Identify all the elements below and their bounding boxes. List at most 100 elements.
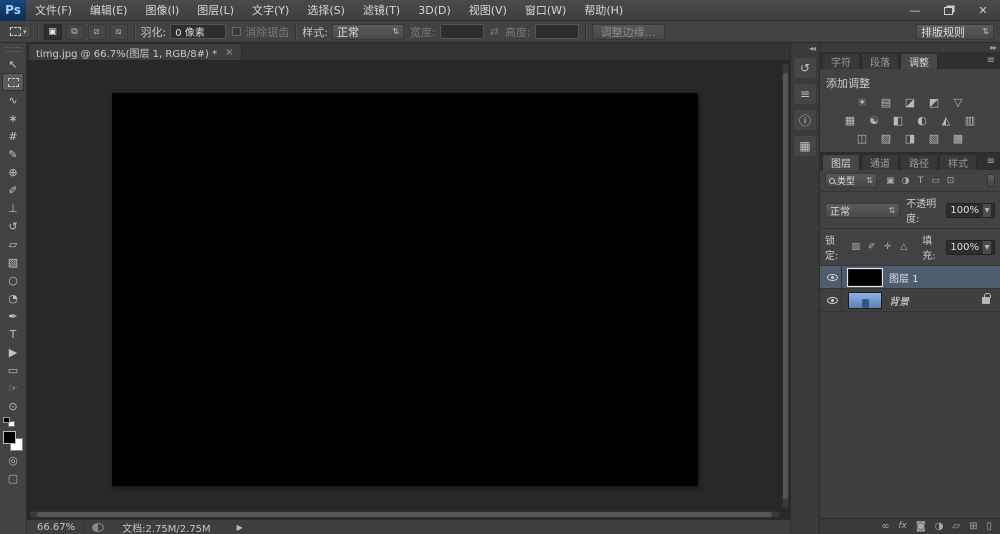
screen-mode-button[interactable]: ▢ <box>2 469 24 487</box>
lock-position-icon[interactable]: ✛ <box>881 241 894 253</box>
menu-item[interactable]: 窗口(W) <box>516 0 575 21</box>
foreground-color-swatch[interactable] <box>3 431 16 444</box>
workspace-dropdown[interactable]: 排版规则 ⇅ <box>916 24 994 40</box>
tab-layers[interactable]: 图层 <box>822 154 860 170</box>
opacity-field[interactable]: 100% ▼ <box>946 203 995 218</box>
fill-field[interactable]: 100% ▼ <box>946 240 995 255</box>
menu-item[interactable]: 文字(Y) <box>243 0 298 21</box>
brush-tool[interactable]: ✐ <box>2 181 24 199</box>
layer-row-background[interactable]: 背景 <box>820 289 1000 312</box>
move-tool[interactable]: ↖ <box>2 55 24 73</box>
vibrance-icon[interactable]: ▽ <box>950 96 967 109</box>
filter-smart-objects-icon[interactable]: ⊡ <box>944 174 957 187</box>
menu-item[interactable]: 编辑(E) <box>81 0 137 21</box>
magic-wand-tool[interactable]: ∗ <box>2 109 24 127</box>
hue-saturation-icon[interactable]: ▦ <box>842 114 859 127</box>
link-layers-icon[interactable]: ∞ <box>881 522 889 532</box>
invert-icon[interactable]: ◫ <box>854 132 871 145</box>
threshold-icon[interactable]: ◨ <box>902 132 919 145</box>
channel-mixer-icon[interactable]: ◭ <box>938 114 955 127</box>
zoom-tool[interactable]: ⊙ <box>2 397 24 415</box>
minimize-button[interactable]: — <box>898 0 932 20</box>
posterize-icon[interactable]: ▨ <box>878 132 895 145</box>
panel-menu-icon[interactable]: ≡ <box>982 55 1000 66</box>
width-input[interactable] <box>440 24 484 39</box>
curves-icon[interactable]: ◪ <box>902 96 919 109</box>
intersect-selection[interactable]: ⧅ <box>110 24 128 40</box>
crop-tool[interactable]: # <box>2 127 24 145</box>
layer-name[interactable]: 背景 <box>889 293 909 308</box>
toolbar-grip[interactable] <box>4 47 22 52</box>
menu-item[interactable]: 视图(V) <box>460 0 516 21</box>
tool-preset-picker[interactable]: ▾ <box>6 25 31 38</box>
default-colors-icon[interactable] <box>3 417 15 427</box>
quick-mask-button[interactable]: ◎ <box>2 451 24 469</box>
vertical-scrollbar[interactable] <box>782 63 789 509</box>
close-button[interactable]: ✕ <box>966 0 1000 20</box>
expand-panels-button[interactable]: ◂◂ <box>791 43 819 55</box>
filter-kind-dropdown[interactable]: 类型 ⇅ <box>825 173 877 188</box>
pen-tool[interactable]: ✒ <box>2 307 24 325</box>
layer-style-icon[interactable]: fx <box>898 522 907 531</box>
color-balance-icon[interactable]: ☯ <box>866 114 883 127</box>
tab-close-icon[interactable]: × <box>225 47 233 58</box>
canvas[interactable] <box>112 93 698 486</box>
swatches-panel-icon[interactable]: ▦ <box>793 135 817 157</box>
status-options-arrow[interactable]: ▶ <box>237 523 243 532</box>
zoom-level-field[interactable]: 66.67% <box>27 520 84 534</box>
horizontal-scrollbar[interactable] <box>29 511 780 518</box>
gradient-tool[interactable]: ▧ <box>2 253 24 271</box>
black-white-icon[interactable]: ◧ <box>890 114 907 127</box>
chevron-down-icon[interactable]: ▼ <box>982 241 991 254</box>
delete-layer-icon[interactable]: ▯ <box>986 522 992 532</box>
refine-edge-button[interactable]: 调整边缘… <box>592 24 665 40</box>
properties-panel-icon[interactable]: ≡ <box>793 83 817 105</box>
history-brush-tool[interactable]: ↺ <box>2 217 24 235</box>
document-tab[interactable]: timg.jpg @ 66.7%(图层 1, RGB/8#) * × <box>28 43 242 60</box>
menu-item[interactable]: 选择(S) <box>298 0 354 21</box>
lock-all-icon[interactable]: △ <box>897 241 910 253</box>
tab-character[interactable]: 字符 <box>822 53 860 69</box>
anti-alias-checkbox[interactable] <box>232 27 241 36</box>
layer-row-layer1[interactable]: 图层 1 <box>820 266 1000 289</box>
new-group-icon[interactable]: ▱ <box>952 522 960 532</box>
blur-tool[interactable]: ○ <box>2 271 24 289</box>
layer-thumbnail[interactable] <box>848 292 882 309</box>
chevron-down-icon[interactable]: ▼ <box>982 204 991 217</box>
style-dropdown[interactable]: 正常 ⇅ <box>332 24 404 40</box>
visibility-eye-icon[interactable] <box>827 297 838 304</box>
menu-item[interactable]: 滤镜(T) <box>354 0 409 21</box>
lock-transparency-icon[interactable]: ▨ <box>849 241 862 253</box>
color-lookup-icon[interactable]: ▥ <box>962 114 979 127</box>
feather-input[interactable] <box>170 24 226 39</box>
menu-item[interactable]: 文件(F) <box>26 0 81 21</box>
lasso-tool[interactable]: ∿ <box>2 91 24 109</box>
canvas-viewport[interactable] <box>27 61 790 519</box>
menu-item[interactable]: 图像(I) <box>136 0 188 21</box>
brightness-contrast-icon[interactable]: ☀ <box>854 96 871 109</box>
tab-styles[interactable]: 样式 <box>939 154 977 170</box>
filter-adjustment-layers-icon[interactable]: ◑ <box>899 174 912 187</box>
collapse-dock-button[interactable]: ▸▸ <box>820 43 1000 52</box>
shape-tool[interactable]: ▭ <box>2 361 24 379</box>
tab-adjustments[interactable]: 调整 <box>900 53 938 69</box>
levels-icon[interactable]: ▤ <box>878 96 895 109</box>
menu-item[interactable]: 帮助(H) <box>575 0 632 21</box>
type-tool[interactable]: T <box>2 325 24 343</box>
height-input[interactable] <box>535 24 579 39</box>
clone-stamp-tool[interactable]: ⊥ <box>2 199 24 217</box>
blend-mode-dropdown[interactable]: 正常 ⇅ <box>825 203 900 218</box>
layer-thumbnail[interactable] <box>848 269 882 286</box>
filter-shape-layers-icon[interactable]: ▭ <box>929 174 942 187</box>
hand-tool[interactable]: ☞ <box>2 379 24 397</box>
new-layer-icon[interactable]: ⊞ <box>969 522 977 532</box>
healing-brush-tool[interactable]: ⊕ <box>2 163 24 181</box>
photo-filter-icon[interactable]: ◐ <box>914 114 931 127</box>
gradient-map-icon[interactable]: ▩ <box>950 132 967 145</box>
history-panel-icon[interactable]: ↺ <box>793 57 817 79</box>
eraser-tool[interactable]: ▱ <box>2 235 24 253</box>
restore-button[interactable] <box>932 0 966 20</box>
visibility-eye-icon[interactable] <box>827 274 838 281</box>
dodge-tool[interactable]: ◔ <box>2 289 24 307</box>
filter-pixel-layers-icon[interactable]: ▣ <box>884 174 897 187</box>
